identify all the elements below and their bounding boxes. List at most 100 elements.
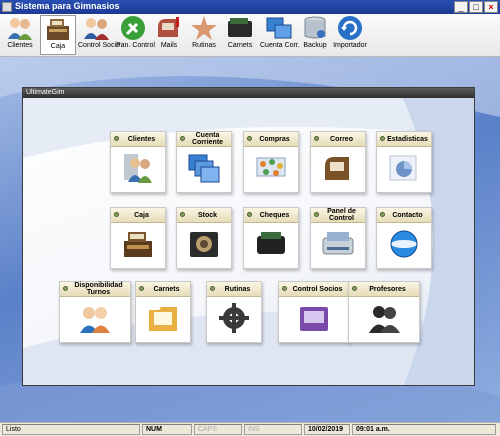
toolbar-label: Carnets [227,42,253,49]
starfish-icon [191,16,217,40]
ultimategim-body: Clientes Cuenta Corriente Compras Correo [23,98,474,385]
scanner-icon [322,232,354,255]
minimize-button[interactable]: _ [454,1,468,13]
card-label: Disponibilidad Turnos [74,282,123,296]
card-header: Contacto [377,208,431,223]
card-label: Control Socios [292,285,343,293]
toolbar-label: Pan. Control [116,42,155,49]
maximize-button[interactable]: □ [469,1,483,13]
shopping-cart-icon [256,157,286,177]
ultimategim-window: UltimateGim Clientes Cuenta Corriente Co… [22,87,475,386]
card-rutinas[interactable]: Rutinas [206,281,262,343]
windows-icon [188,154,220,183]
close-button[interactable]: × [484,1,498,13]
refresh-icon [338,16,362,40]
card-label: Contacto [392,211,423,219]
toolbar-caja-button[interactable]: Caja [40,15,76,55]
mailbox-icon [158,17,179,37]
card-contacto[interactable]: Contacto [376,207,432,269]
silhouette-icon [369,306,400,333]
card-label: Stock [197,211,218,219]
toolbar-pan-control-button[interactable]: Pan. Control [116,15,155,55]
wallet-icon [228,18,252,37]
toolbar-label: Rutinas [192,42,216,49]
card-label: Profesores [369,285,406,293]
toolbar-rutinas-button[interactable]: Rutinas [188,15,220,55]
toolbar-cuenta-corr-button[interactable]: Cuenta Corr. [260,15,300,55]
toolbar-label: Backup [303,42,327,49]
card-clientes[interactable]: Clientes [110,131,166,193]
people-icon [8,18,32,40]
card-header: Cheques [244,208,298,223]
card-label: Rutinas [224,285,251,293]
toolbar-control-socio-button[interactable]: Control Socio [78,15,121,55]
card-header: Clientes [111,132,165,147]
folder-purple-icon [300,307,328,331]
couple-icon [80,307,110,333]
toolbar-label: Clientes [7,42,33,49]
mailbox-icon [325,157,349,180]
card-header: Cuenta Corriente [177,132,231,147]
card-label: Correo [330,135,353,143]
card-label: Cuenta Corriente [191,132,224,146]
toolbar-importador-button[interactable]: Importador [332,15,368,55]
globe-icon [390,230,418,258]
toolbar-backup-button[interactable]: Backup [300,15,330,55]
ultimategim-title: UltimateGim [23,88,474,98]
toolbar-carnets-button[interactable]: Carnets [222,15,258,55]
card-header: Control Socios [279,282,349,297]
toolbar-label: Control Socio [78,42,121,49]
pie-chart-icon [389,155,417,181]
card-header: Profesores [349,282,419,297]
app-icon[interactable] [2,2,12,12]
toolbar-label: Importador [333,42,367,49]
card-control-socios[interactable]: Control Socios [278,281,350,343]
toolbar-label: Mails [160,42,178,49]
card-header: Rutinas [207,282,261,297]
card-cuenta-corriente[interactable]: Cuenta Corriente [176,131,232,193]
card-label: Cheques [259,211,290,219]
insert-indicator: INS [244,424,302,435]
card-profesores[interactable]: Profesores [348,281,420,343]
windows-icon [266,17,292,39]
card-label: Compras [259,135,290,143]
card-correo[interactable]: Correo [310,131,366,193]
card-disponibilidad-turnos[interactable]: Disponibilidad Turnos [59,281,131,343]
card-header: Correo [311,132,365,147]
card-panel-de-control[interactable]: Panel de Control [310,207,366,269]
window-controls: _ □ × [454,1,498,13]
title-bar: Sistema para Gimnasios _ □ × [0,0,500,14]
card-stock[interactable]: Stock [176,207,232,269]
cash-register-icon [47,19,69,40]
toolbar-label: Caja [50,43,66,50]
safe-icon [190,232,218,257]
num-lock-indicator: NUM [142,424,192,435]
card-estadisticas[interactable]: Estadisticas [376,131,432,193]
card-header: Panel de Control [311,208,365,223]
card-carnets[interactable]: Carnets [135,281,191,343]
caps-lock-indicator: CAPS [194,424,242,435]
card-label: Caja [134,211,149,219]
card-label: Carnets [153,285,180,293]
card-header: Estadisticas [377,132,431,147]
folder-icon [149,307,177,331]
card-header: Carnets [136,282,190,297]
card-header: Stock [177,208,231,223]
card-caja[interactable]: Caja [110,207,166,269]
card-label: Estadisticas [387,135,428,143]
window-title: Sistema para Gimnasios [15,1,120,11]
toolbar-clientes-button[interactable]: Clientes [2,15,38,55]
card-label: Panel de Control [327,208,356,222]
cash-register-icon [124,232,152,257]
card-label: Clientes [127,135,156,143]
status-time: 09:01 a.m. [352,424,496,435]
wrench-icon [121,16,145,40]
database-icon [304,16,326,39]
wallet-icon [257,232,285,254]
card-compras[interactable]: Compras [243,131,299,193]
gears-icon [219,303,249,333]
toolbar-mails-button[interactable]: Mails [152,15,186,55]
people-icon [124,154,152,183]
card-header: Disponibilidad Turnos [60,282,130,297]
card-cheques[interactable]: Cheques [243,207,299,269]
